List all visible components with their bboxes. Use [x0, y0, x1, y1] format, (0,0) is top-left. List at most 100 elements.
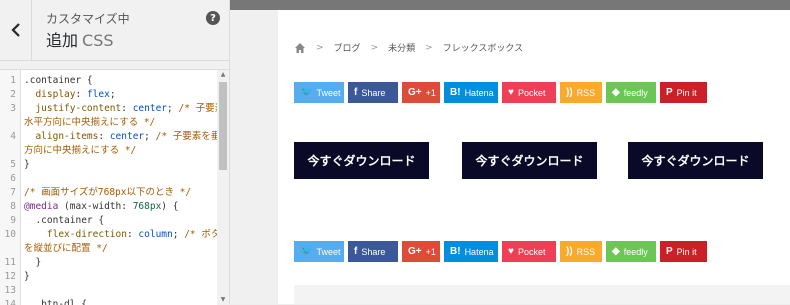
code-text: justify-content: center; /* 子要素を — [35, 103, 229, 114]
code-text: } — [24, 271, 30, 282]
google-plus-icon: G+ — [408, 246, 422, 257]
facebook-icon: f — [354, 87, 358, 98]
share-button-label: feedly — [623, 246, 648, 257]
line-number: 10 — [4, 229, 16, 240]
google-plus-share-button[interactable]: G+ +1 — [402, 82, 440, 103]
share-button-label: Tweet — [316, 87, 341, 98]
share-button-label: Hatena — [464, 87, 494, 98]
code-text: @media (max-width: 768px) { — [24, 201, 179, 212]
site-preview: > ブログ > 未分類 > フレックスボックス 🐦 Tweet f Share G+ +1… — [230, 0, 790, 304]
feedly-share-button[interactable]: ◆ feedly — [606, 82, 656, 103]
share-button-label: Share — [361, 246, 386, 257]
code-text: align-items: center; /* 子要素を垂直 — [35, 131, 229, 142]
breadcrumb-item-uncategorized[interactable]: 未分類 — [388, 41, 415, 54]
line-number: 6 — [10, 173, 16, 184]
twitter-icon: 🐦 — [300, 87, 313, 98]
help-icon[interactable]: ? — [206, 11, 220, 25]
facebook-share-button[interactable]: f Share — [348, 241, 398, 262]
code-text: } — [24, 159, 30, 170]
google-plus-icon: G+ — [408, 87, 422, 98]
line-number: 4 — [10, 131, 16, 142]
hatena-share-button[interactable]: B! Hatena — [444, 82, 498, 103]
download-button[interactable]: 今すぐダウンロード — [462, 142, 597, 179]
home-icon[interactable] — [294, 42, 306, 54]
rss-share-button[interactable]: )) RSS — [560, 82, 602, 103]
line-number: 11 — [4, 257, 16, 268]
rss-icon: )) — [566, 246, 573, 257]
preview-content: > ブログ > 未分類 > フレックスボックス 🐦 Tweet f Share G+ +1… — [278, 10, 790, 304]
scroll-up-icon[interactable]: ▲ — [219, 71, 227, 79]
line-number: 9 — [10, 215, 16, 226]
share-button-label: +1 — [425, 246, 436, 257]
back-button[interactable] — [0, 0, 32, 60]
line-number: 8 — [10, 201, 16, 212]
download-button[interactable]: 今すぐダウンロード — [294, 142, 429, 179]
line-number: 12 — [4, 271, 16, 282]
breadcrumb-item-current: フレックスボックス — [442, 44, 524, 54]
code-text: 水平方向に中央揃えにする */ — [24, 117, 156, 128]
feedly-icon: ◆ — [612, 87, 620, 98]
code-text: flex-direction: column; /* ボタン — [46, 229, 229, 240]
share-buttons-bottom: 🐦 Tweet f Share G+ +1 B! Hatena ♥ Pocket)) RSS ◆ fee… — [294, 241, 711, 262]
section-title-jp: 追加 — [46, 31, 79, 50]
line-number: 1 — [10, 75, 16, 86]
scroll-thumb[interactable] — [219, 82, 227, 170]
breadcrumb-separator-icon: > — [316, 42, 324, 53]
facebook-share-button[interactable]: f Share — [348, 82, 398, 103]
share-button-label: Pin it — [676, 246, 697, 257]
twitter-share-button[interactable]: 🐦 Tweet — [294, 82, 344, 103]
pocket-icon: ♥ — [508, 246, 514, 257]
line-number: 5 — [10, 159, 16, 170]
pocket-icon: ♥ — [508, 87, 514, 98]
share-button-label: Tweet — [316, 246, 341, 257]
section-title-css: CSS — [82, 31, 114, 50]
pocket-share-button[interactable]: ♥ Pocket — [502, 82, 556, 103]
panel-header: カスタマイズ中 追加 CSS ? — [0, 0, 229, 61]
download-button-row: 今すぐダウンロード 今すぐダウンロード 今すぐダウンロード — [294, 142, 790, 179]
editor-scrollbar[interactable]: ▲ ▼ — [217, 70, 229, 305]
breadcrumb-separator-icon: > — [370, 42, 379, 53]
chevron-left-icon — [10, 23, 20, 37]
breadcrumb-separator-icon: > — [425, 42, 433, 53]
pinterest-icon: P — [666, 87, 673, 98]
breadcrumb: > ブログ > 未分類 > フレックスボックス — [294, 41, 523, 54]
share-button-label: Share — [361, 87, 386, 98]
line-number: 2 — [10, 89, 16, 100]
pinterest-icon: P — [666, 246, 673, 257]
code-text: 方向に中央揃えにする */ — [24, 145, 137, 156]
code-text: .container { — [24, 75, 93, 86]
code-text: .container { — [35, 215, 105, 226]
customizing-label: カスタマイズ中 — [46, 12, 130, 26]
share-button-label: RSS — [576, 87, 596, 98]
line-number: 13 — [4, 285, 16, 296]
twitter-share-button[interactable]: 🐦 Tweet — [294, 241, 344, 262]
scroll-down-icon[interactable]: ▼ — [219, 296, 227, 304]
hatena-icon: B! — [450, 87, 461, 98]
share-button-label: RSS — [576, 246, 596, 257]
css-code-editor[interactable]: 1 .container { 2 display: flex; 3 justify-c… — [0, 69, 229, 305]
code-text: /* 画面サイズが768px以下のとき */ — [24, 187, 192, 198]
code-text: を縦並びに配置 */ — [24, 243, 108, 254]
share-button-label: Pocket — [517, 87, 546, 98]
feedly-icon: ◆ — [612, 246, 620, 257]
pinterest-share-button[interactable]: P Pin it — [660, 82, 707, 103]
feedly-share-button[interactable]: ◆ feedly — [606, 241, 656, 262]
breadcrumb-item-blog[interactable]: ブログ — [334, 41, 361, 54]
rss-share-button[interactable]: )) RSS — [560, 241, 602, 262]
code-text: display: flex; — [35, 89, 116, 100]
section-title: 追加 CSS — [46, 27, 114, 51]
share-button-label: +1 — [425, 87, 436, 98]
line-number: 3 — [10, 103, 16, 114]
share-button-label: Pin it — [676, 87, 697, 98]
pinterest-share-button[interactable]: P Pin it — [660, 241, 707, 262]
line-number: 7 — [10, 187, 16, 198]
pocket-share-button[interactable]: ♥ Pocket — [502, 241, 556, 262]
share-buttons-top: 🐦 Tweet f Share G+ +1 B! Hatena ♥ Pocket)) RSS ◆ fee… — [294, 82, 711, 103]
download-button[interactable]: 今すぐダウンロード — [628, 142, 763, 179]
hatena-share-button[interactable]: B! Hatena — [444, 241, 498, 262]
share-button-label: feedly — [623, 87, 648, 98]
google-plus-share-button[interactable]: G+ +1 — [402, 241, 440, 262]
next-content-box — [294, 285, 790, 304]
customizer-panel: カスタマイズ中 追加 CSS ? 1 .container { 2 display: … — [0, 0, 230, 305]
facebook-icon: f — [354, 246, 358, 257]
